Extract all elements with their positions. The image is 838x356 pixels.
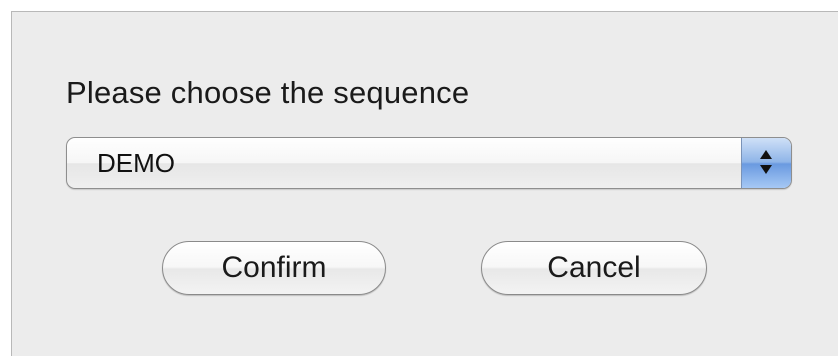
prompt-label: Please choose the sequence	[66, 75, 470, 110]
up-down-arrows-icon[interactable]	[741, 138, 791, 188]
sequence-dialog: Please choose the sequence DEMO Confirm …	[11, 11, 838, 356]
sequence-select-value: DEMO	[97, 148, 175, 178]
arrow-down-icon	[760, 165, 772, 174]
arrow-up-icon	[760, 150, 772, 159]
cancel-button[interactable]: Cancel	[481, 241, 707, 295]
sequence-select[interactable]: DEMO	[66, 137, 792, 189]
confirm-button[interactable]: Confirm	[162, 241, 386, 295]
